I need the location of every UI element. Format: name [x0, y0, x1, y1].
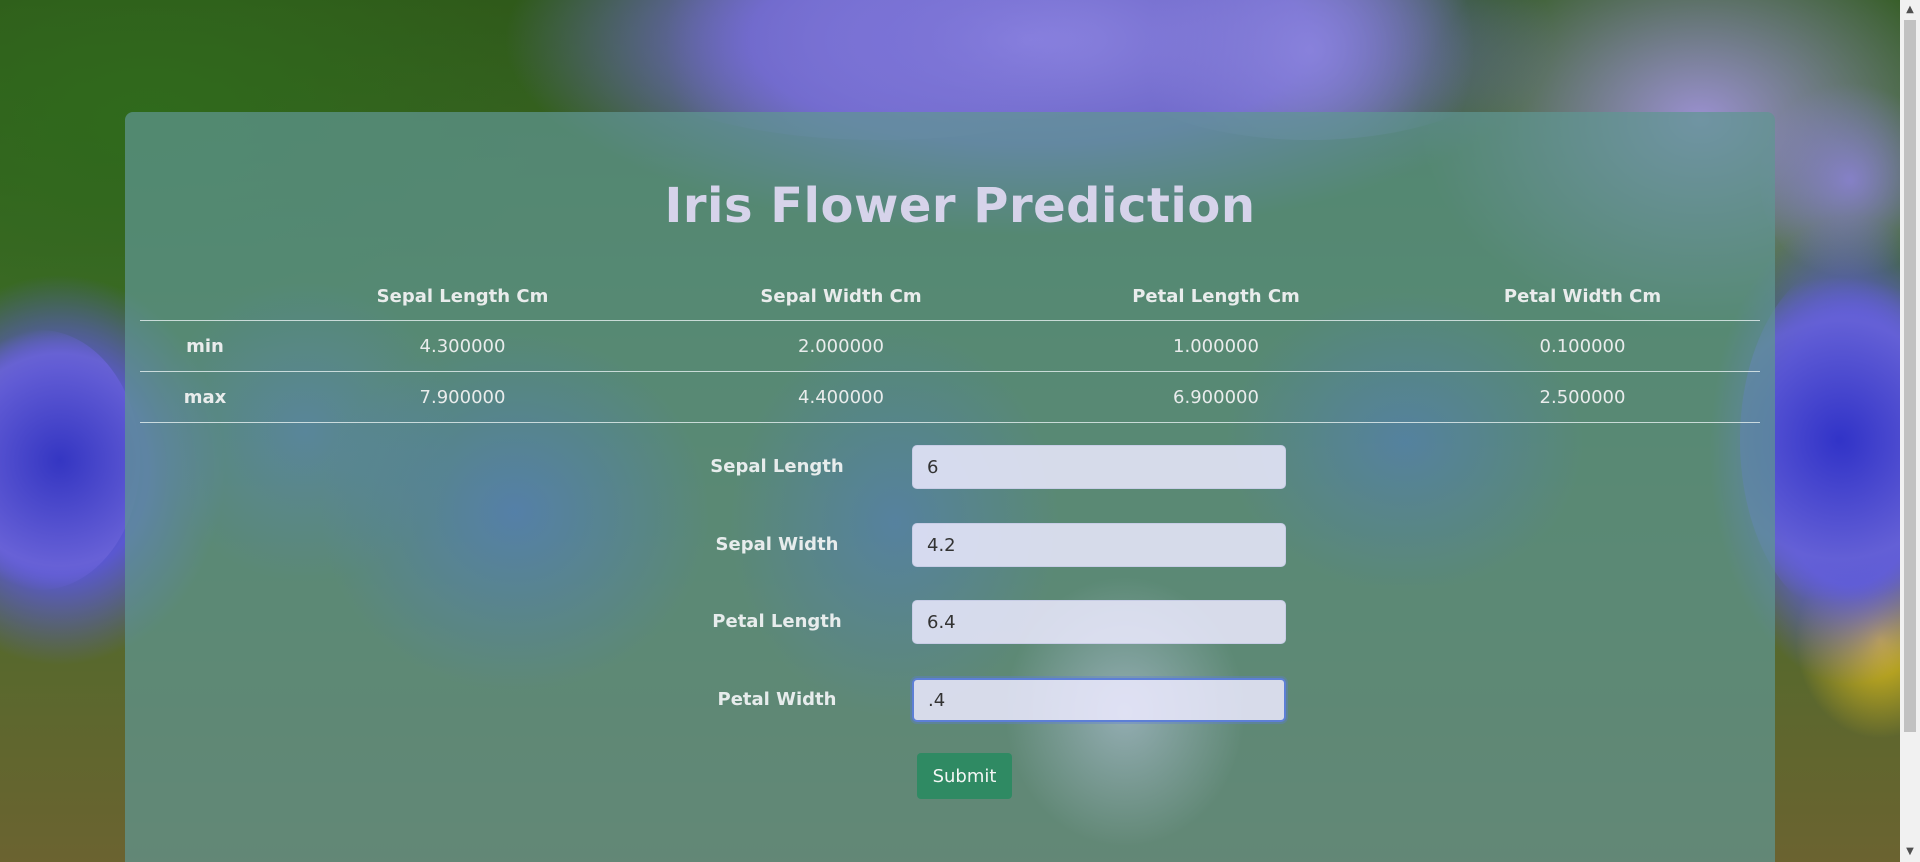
table-cell: 2.000000	[655, 320, 1027, 372]
petal-length-label: Petal Length	[712, 611, 842, 632]
sepal-width-input[interactable]	[912, 523, 1286, 567]
browser-viewport: Iris Flower Prediction Sepal Length Cm S…	[0, 0, 1920, 862]
table-row: max 7.900000 4.400000 6.900000 2.500000	[140, 371, 1760, 423]
sepal-length-label: Sepal Length	[710, 456, 844, 477]
row-label-max: max	[140, 371, 270, 423]
petal-length-input[interactable]	[912, 600, 1286, 644]
table-header-petal-width: Petal Width Cm	[1405, 272, 1760, 321]
vertical-scrollbar[interactable]: ▲ ▼	[1900, 0, 1920, 862]
table-cell: 0.100000	[1405, 320, 1760, 372]
table-cell: 1.000000	[1027, 320, 1405, 372]
submit-button[interactable]: Submit	[917, 753, 1012, 799]
form-row-petal-length: Petal Length	[700, 598, 1290, 646]
sepal-width-label: Sepal Width	[715, 534, 839, 555]
table-cell: 6.900000	[1027, 371, 1405, 423]
feature-range-table: Sepal Length Cm Sepal Width Cm Petal Len…	[140, 272, 1760, 423]
table-header-sepal-width: Sepal Width Cm	[655, 272, 1027, 321]
triangle-up-icon[interactable]: ▲	[1900, 1, 1920, 19]
table-header-index	[140, 272, 270, 321]
table-cell: 4.400000	[655, 371, 1027, 423]
form-row-petal-width: Petal Width	[700, 676, 1290, 724]
table-row: min 4.300000 2.000000 1.000000 0.100000	[140, 320, 1760, 372]
scrollbar-thumb[interactable]	[1904, 20, 1916, 732]
form-row-sepal-width: Sepal Width	[700, 521, 1290, 569]
table-header-row: Sepal Length Cm Sepal Width Cm Petal Len…	[140, 272, 1760, 321]
triangle-down-icon[interactable]: ▼	[1900, 843, 1920, 861]
page-title: Iris Flower Prediction	[664, 178, 1256, 234]
table-cell: 2.500000	[1405, 371, 1760, 423]
table-header-petal-length: Petal Length Cm	[1027, 272, 1405, 321]
row-label-min: min	[140, 320, 270, 372]
table-cell: 7.900000	[270, 371, 655, 423]
petal-width-label: Petal Width	[717, 689, 837, 710]
table-cell: 4.300000	[270, 320, 655, 372]
petal-width-input[interactable]	[912, 678, 1286, 722]
table-header-sepal-length: Sepal Length Cm	[270, 272, 655, 321]
sepal-length-input[interactable]	[912, 445, 1286, 489]
form-row-sepal-length: Sepal Length	[700, 443, 1290, 491]
